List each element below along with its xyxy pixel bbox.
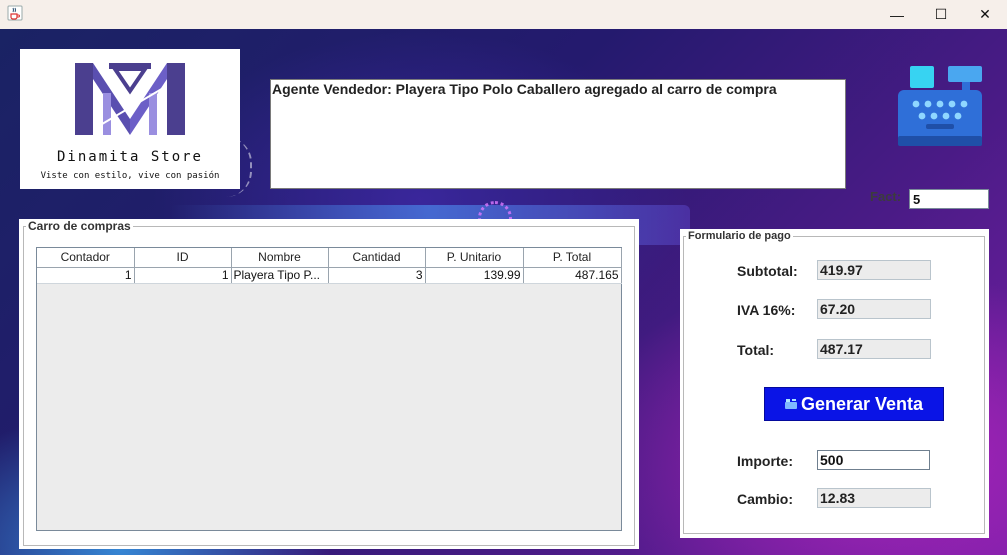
column-header-precio-total[interactable]: P. Total xyxy=(523,248,622,268)
column-header-precio-unitario[interactable]: P. Unitario xyxy=(425,248,524,268)
logo-graphic xyxy=(75,63,185,135)
store-slogan: Viste con estilo, vive con pasión xyxy=(40,171,220,181)
maximize-button[interactable]: ☐ xyxy=(918,0,964,29)
column-header-id[interactable]: ID xyxy=(134,248,232,268)
payment-panel: Formulario de pago Subtotal: 419.97 IVA … xyxy=(680,229,989,538)
store-name: Dinamita Store xyxy=(56,149,203,165)
generate-sale-label: Generar Venta xyxy=(800,393,924,414)
fact-label: Fact: xyxy=(870,189,902,204)
cell-cantidad[interactable]: 3 xyxy=(328,267,426,284)
subtotal-field: 419.97 xyxy=(817,260,931,280)
cart-table[interactable]: Contador ID Nombre Cantidad P. Unitario … xyxy=(36,247,622,531)
minimize-button[interactable]: — xyxy=(874,0,920,29)
java-cup-icon xyxy=(7,5,23,21)
table-header-row: Contador ID Nombre Cantidad P. Unitario … xyxy=(37,248,622,268)
register-icon xyxy=(784,399,797,409)
cart-panel-title: Carro de compras xyxy=(26,219,133,233)
close-button[interactable]: ✕ xyxy=(962,0,1007,29)
cash-register-icon xyxy=(898,66,982,146)
title-bar: — ☐ ✕ xyxy=(0,0,1007,29)
fact-field[interactable] xyxy=(909,189,989,209)
store-logo: Dinamita Store Viste con estilo, vive co… xyxy=(20,49,240,189)
importe-input[interactable] xyxy=(817,450,930,470)
column-header-nombre[interactable]: Nombre xyxy=(231,248,329,268)
agent-message-area[interactable]: Agente Vendedor: Playera Tipo Polo Cabal… xyxy=(270,79,846,189)
table-row[interactable]: 1 1 Playera Tipo P... 3 139.99 487.165 xyxy=(37,267,622,284)
generate-sale-button[interactable]: Generar Venta xyxy=(764,387,944,421)
total-field: 487.17 xyxy=(817,339,931,359)
payment-panel-title: Formulario de pago xyxy=(686,229,793,243)
total-label: Total: xyxy=(737,342,775,358)
column-header-contador[interactable]: Contador xyxy=(37,248,135,268)
subtotal-label: Subtotal: xyxy=(737,263,798,279)
cell-id[interactable]: 1 xyxy=(134,267,232,284)
cambio-label: Cambio: xyxy=(737,491,793,507)
cell-contador[interactable]: 1 xyxy=(37,267,135,284)
cell-precio-total[interactable]: 487.165 xyxy=(523,267,622,284)
iva-label: IVA 16%: xyxy=(737,302,796,318)
cell-nombre[interactable]: Playera Tipo P... xyxy=(231,267,329,284)
importe-label: Importe: xyxy=(737,453,793,469)
cell-precio-unitario[interactable]: 139.99 xyxy=(425,267,524,284)
cart-panel: Carro de compras Contador ID Nombre Cant… xyxy=(19,219,639,549)
main-content: Dinamita Store Viste con estilo, vive co… xyxy=(0,29,1007,555)
cambio-field: 12.83 xyxy=(817,488,931,508)
column-header-cantidad[interactable]: Cantidad xyxy=(328,248,426,268)
iva-field: 67.20 xyxy=(817,299,931,319)
